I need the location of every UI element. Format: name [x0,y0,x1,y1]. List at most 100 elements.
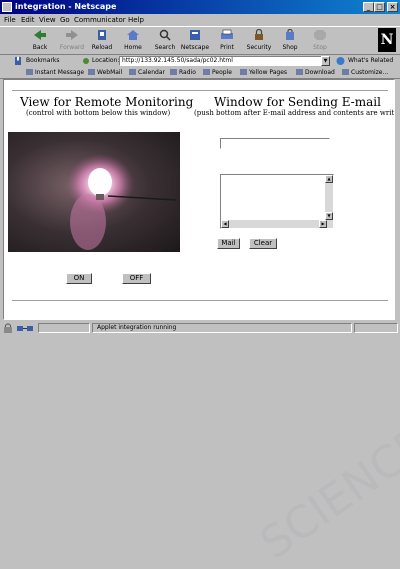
page-content[interactable]: View for Remote Monitoring (control with… [3,79,395,320]
bookmarks-button[interactable]: Bookmarks [26,56,60,66]
menu-bar: File Edit View Go Communicator Help [0,14,400,26]
horizontal-scrollbar[interactable]: ◀ ▶ [221,220,327,228]
remote-monitoring-video [8,132,180,252]
location-label: Location: [92,57,120,64]
forward-button[interactable]: Forward [57,29,87,54]
netscape-label: Netscape [180,44,210,51]
instant-message-label: Instant Message [35,69,85,76]
off-button[interactable]: OFF [122,273,151,284]
right-subheading: (push bottom after E-mail address and co… [194,109,395,117]
scroll-right-button[interactable]: ▶ [319,220,327,228]
bookmark-icon [170,69,177,75]
stop-icon [314,30,326,40]
email-body-textarea[interactable]: ▲ ▼ ◀ ▶ [220,174,334,229]
whats-related-icon [336,57,345,65]
location-bar: Bookmarks Location: http://133.92.145.50… [0,55,400,67]
chevron-down-icon: ▼ [323,58,328,64]
radio-link[interactable]: Radio [170,68,196,78]
forward-label: Forward [59,44,85,51]
security-label: Security [246,44,272,51]
left-heading: View for Remote Monitoring [20,95,194,109]
yellow-pages-label: Yellow Pages [249,69,288,76]
whats-related-button[interactable]: What's Related [348,56,393,66]
shop-button[interactable]: Shop [275,29,305,54]
close-button[interactable]: × [387,2,398,12]
security-button[interactable]: Security [244,29,274,54]
stop-label: Stop [313,44,327,51]
connection-icon [16,323,34,333]
status-bar: Applet integration running [0,321,400,335]
webmail-label: WebMail [97,69,123,76]
menu-communicator[interactable]: Communicator [74,15,126,25]
netscape-icon [190,30,200,40]
bottom-divider [12,300,388,302]
home-icon [127,30,139,40]
title-bar: integration - Netscape _ □ × [0,0,400,14]
bookmark-icon [342,69,349,75]
bookmark-icon [26,69,33,75]
bookmark-icon [129,69,136,75]
security-icon [255,29,263,40]
forward-arrow-icon [66,30,78,40]
instant-message-link[interactable]: Instant Message [26,68,84,78]
window-title: integration - Netscape [15,2,117,11]
back-label: Back [32,44,48,51]
reload-icon [98,30,106,40]
back-button[interactable]: Back [25,29,55,54]
home-label: Home [124,44,142,51]
menu-go[interactable]: Go [60,15,70,25]
webmail-link[interactable]: WebMail [88,68,122,78]
print-button[interactable]: Print [212,29,242,54]
bookmark-icon [203,69,210,75]
people-link[interactable]: People [203,68,232,78]
home-button[interactable]: Home [118,29,148,54]
netscape-button[interactable]: Netscape [180,29,210,54]
search-label: Search [154,44,176,51]
menu-edit[interactable]: Edit [21,15,35,25]
shop-icon [286,29,294,40]
bookmark-icon [296,69,303,75]
email-address-input[interactable] [220,138,330,149]
location-icon [83,58,89,64]
clear-button[interactable]: Clear [249,238,277,249]
netscape-logo[interactable]: N [378,28,396,52]
search-icon [159,29,171,41]
menu-file[interactable]: File [4,15,16,25]
navigation-toolbar: Back Forward Reload Home Search Netscape… [0,26,400,55]
minimize-button[interactable]: _ [363,2,374,12]
scroll-down-button[interactable]: ▼ [325,212,333,220]
status-text: Applet integration running [92,323,352,333]
print-icon [221,29,233,39]
back-arrow-icon [34,30,46,40]
calendar-link[interactable]: Calendar [129,68,165,78]
progress-box [38,323,90,333]
url-input[interactable]: http://133.92.145.50/sada/pc02.html [119,56,329,66]
customize-link[interactable]: Customize... [342,68,388,78]
stop-button[interactable]: Stop [305,29,335,54]
yellow-pages-link[interactable]: Yellow Pages [240,68,287,78]
customize-label: Customize... [351,69,389,76]
shop-label: Shop [282,44,298,51]
status-components [354,323,398,333]
mail-button[interactable]: Mail [217,238,240,249]
people-label: People [212,69,232,76]
search-button[interactable]: Search [150,29,180,54]
bookmarks-icon [15,57,21,65]
on-button[interactable]: ON [66,273,92,284]
netscape-app-icon[interactable] [2,2,12,12]
personal-toolbar: Instant Message WebMail Calendar Radio P… [0,67,400,79]
security-lock-icon[interactable] [2,323,14,333]
menu-help[interactable]: Help [128,15,144,25]
maximize-button[interactable]: □ [374,2,385,12]
menu-view[interactable]: View [39,15,56,25]
reload-label: Reload [91,44,113,51]
light-bulb-image [66,154,177,250]
scroll-left-button[interactable]: ◀ [221,220,229,228]
download-link[interactable]: Download [296,68,335,78]
right-heading: Window for Sending E-mail [214,95,381,109]
left-subheading: (control with bottom below this window) [26,109,171,117]
url-dropdown-button[interactable]: ▼ [321,56,330,66]
top-divider [12,90,388,92]
scroll-up-button[interactable]: ▲ [325,175,333,183]
reload-button[interactable]: Reload [87,29,117,54]
